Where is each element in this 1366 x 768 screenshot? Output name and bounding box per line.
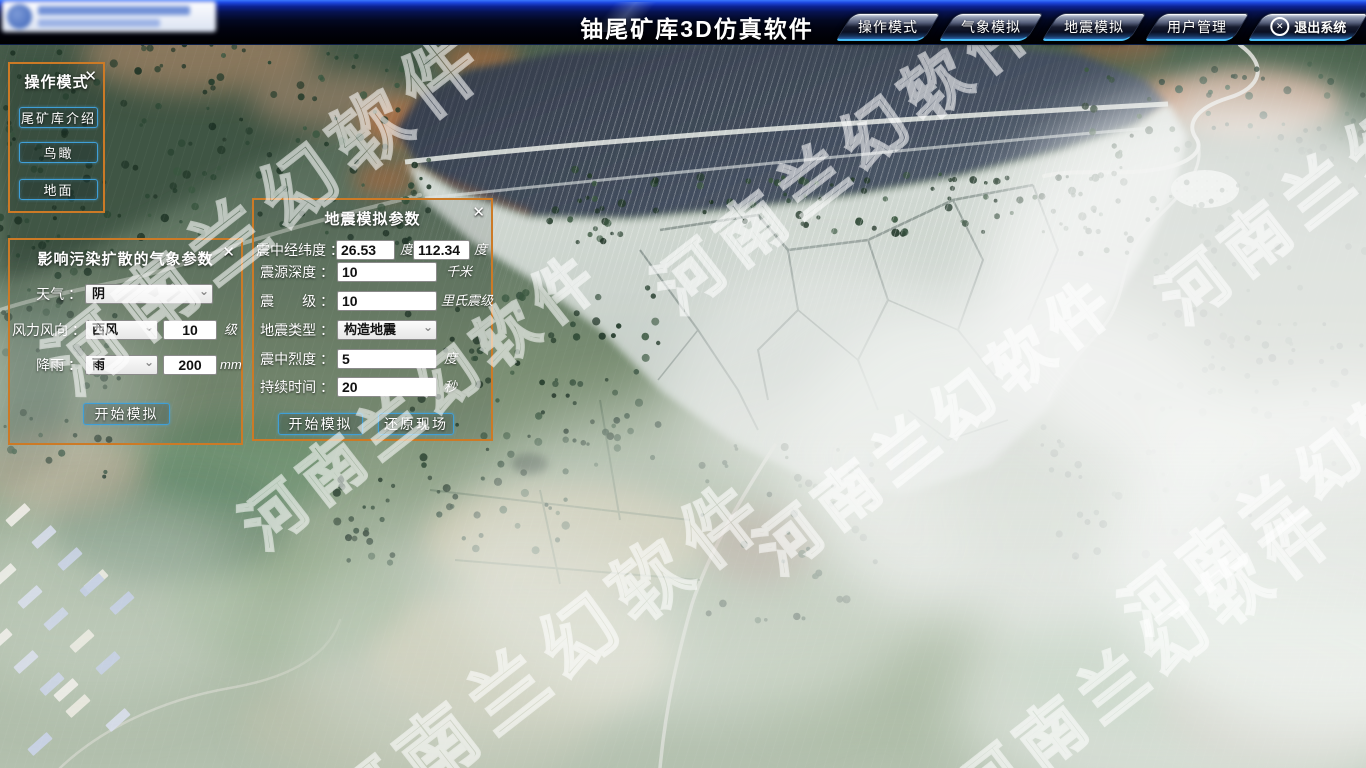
rain-unit-label: mm xyxy=(220,355,242,375)
title-bar: 铀尾矿库3D仿真软件 操作模式 气象模拟 地震模拟 用户管理 ✕ 退出系统 xyxy=(0,0,1366,45)
close-icon[interactable]: ✕ xyxy=(472,203,485,221)
chevron-down-icon: ⌄ xyxy=(423,320,433,336)
wind-direction-select[interactable]: 西风 ⌄ xyxy=(85,320,158,340)
app-title: 铀尾矿库3D仿真软件 xyxy=(580,10,813,44)
logo-mark xyxy=(7,4,32,29)
company-logo xyxy=(2,1,216,32)
rain-type-select[interactable]: 雨 ⌄ xyxy=(85,355,158,375)
rain-amount-input[interactable] xyxy=(163,355,217,375)
wind-unit-label: 级 xyxy=(224,320,237,340)
magnitude-label: 震 级 ： xyxy=(256,291,334,311)
depth-label: 震源深度 ： xyxy=(256,262,334,282)
birdview-button[interactable]: 鸟瞰 xyxy=(19,142,98,163)
degree-unit-label: 度 xyxy=(400,240,413,260)
intensity-unit-label: 度 xyxy=(444,349,457,369)
degree-unit-label: 度 xyxy=(474,240,487,260)
quake-restore-button[interactable]: 还原现场 xyxy=(378,413,454,435)
weather-label: 天气 ： xyxy=(12,284,82,304)
chevron-down-icon: ⌄ xyxy=(144,355,154,371)
nav-user-management-button[interactable]: 用户管理 xyxy=(1144,13,1249,41)
wind-force-input[interactable] xyxy=(163,320,217,340)
operation-mode-panel: 操作模式 ✕ 尾矿库介绍 鸟瞰 地面 xyxy=(8,62,105,213)
depth-input[interactable] xyxy=(337,262,437,282)
quake-start-sim-button[interactable]: 开始模拟 xyxy=(278,413,363,435)
weather-start-sim-button[interactable]: 开始模拟 xyxy=(83,403,170,425)
quake-type-label: 地震类型 ： xyxy=(256,320,334,340)
weather-select[interactable]: 阴 ⌄ xyxy=(85,284,213,304)
magnitude-input[interactable] xyxy=(337,291,437,311)
ground-button[interactable]: 地面 xyxy=(19,179,98,200)
depth-unit-label: 千米 xyxy=(446,262,472,282)
magnitude-unit-label: 里氏震级 xyxy=(441,291,493,311)
duration-label: 持续时间 ： xyxy=(256,377,334,397)
quake-type-select[interactable]: 构造地震 ⌄ xyxy=(337,320,437,340)
wind-label: 风力风向 ： xyxy=(12,320,82,340)
duration-input[interactable] xyxy=(337,377,437,397)
panel-title: 地震模拟参数 xyxy=(254,208,491,229)
chevron-down-icon: ⌄ xyxy=(144,320,154,336)
rain-label: 降雨 ： xyxy=(12,355,82,375)
nav-earthquake-sim-button[interactable]: 地震模拟 xyxy=(1041,13,1146,41)
app-window: 河南兰幻软件河南兰幻软件河南兰幻软件河南兰幻软件河南兰幻软件河南兰幻软件河南兰幻… xyxy=(0,0,1366,768)
epicenter-label: 震中经纬度 ： xyxy=(256,240,334,260)
weather-params-panel: 影响污染扩散的气象参数 ✕ 天气 ： 阴 ⌄ 风力风向 ： 西风 ⌄ 级 降雨 … xyxy=(8,238,243,445)
panel-title: 影响污染扩散的气象参数 xyxy=(10,248,241,269)
intensity-label: 震中烈度 ： xyxy=(256,349,334,369)
earthquake-params-panel: 地震模拟参数 ✕ 震中经纬度 ： 度 度 震源深度 ： 千米 震 级 ： 里氏震… xyxy=(252,198,493,441)
close-icon[interactable]: ✕ xyxy=(222,243,235,261)
duration-unit-label: 秒 xyxy=(444,377,457,397)
epicenter-value2-input[interactable] xyxy=(413,240,470,260)
exit-icon: ✕ xyxy=(1270,17,1289,36)
epicenter-value1-input[interactable] xyxy=(336,240,395,260)
nav-weather-sim-button[interactable]: 气象模拟 xyxy=(938,13,1043,41)
chevron-down-icon: ⌄ xyxy=(199,284,209,300)
main-nav: 操作模式 气象模拟 地震模拟 用户管理 ✕ 退出系统 xyxy=(844,13,1360,41)
tailings-intro-button[interactable]: 尾矿库介绍 xyxy=(19,107,98,128)
nav-operation-mode-button[interactable]: 操作模式 xyxy=(835,13,940,41)
close-icon[interactable]: ✕ xyxy=(84,67,97,85)
intensity-input[interactable] xyxy=(337,349,437,369)
exit-system-button[interactable]: ✕ 退出系统 xyxy=(1247,13,1366,41)
